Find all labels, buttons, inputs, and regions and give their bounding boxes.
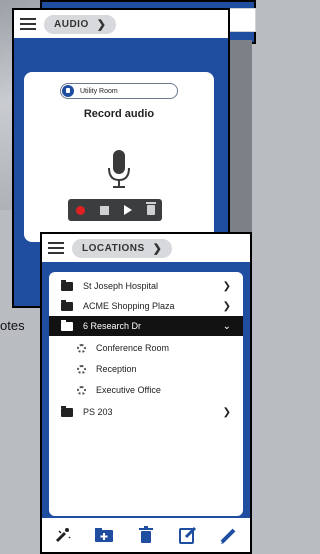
add-folder-icon[interactable] — [94, 525, 114, 545]
background-partial-text: otes — [0, 318, 25, 333]
room-icon — [77, 343, 86, 353]
folder-icon — [61, 405, 73, 417]
record-audio-title: Record audio — [83, 108, 155, 120]
list-item[interactable]: ACME Shopping Plaza ❯ — [49, 296, 243, 316]
locations-breadcrumb[interactable]: LOCATIONS ❯ — [72, 238, 173, 258]
list-item[interactable]: PS 203 ❯ — [49, 402, 243, 422]
list-item-label: 6 Research Dr — [83, 321, 142, 331]
record-audio-card: Utility Room Record audio — [24, 72, 214, 242]
list-item-label: Conference Room — [96, 343, 170, 353]
chevron-right-icon: ❯ — [152, 242, 163, 255]
list-item[interactable]: Conference Room — [49, 338, 243, 358]
folder-open-icon — [61, 319, 73, 331]
list-item-label: St Joseph Hospital — [83, 281, 159, 291]
folder-icon — [61, 299, 73, 311]
list-item[interactable]: Executive Office — [49, 380, 243, 400]
breadcrumb-label: AUDIO — [54, 18, 89, 30]
menu-icon[interactable] — [48, 242, 64, 254]
recording-controls — [68, 199, 162, 221]
location-icon — [62, 85, 74, 97]
locations-toolbar — [42, 518, 250, 552]
locations-top-bar: LOCATIONS ❯ — [42, 234, 250, 262]
list-item-selected[interactable]: 6 Research Dr ⌄ — [49, 316, 243, 336]
edit-icon[interactable] — [178, 525, 198, 545]
chevron-right-icon: ❯ — [222, 280, 231, 292]
audio-top-bar: AUDIO ❯ — [14, 10, 228, 38]
list-item[interactable]: St Joseph Hospital ❯ — [49, 276, 243, 296]
audio-breadcrumb[interactable]: AUDIO ❯ — [44, 14, 117, 34]
room-selector-label: Utility Room — [80, 87, 118, 95]
record-icon[interactable] — [75, 205, 85, 215]
folder-icon — [61, 279, 73, 291]
list-item-label: Executive Office — [96, 385, 161, 395]
magic-wand-icon[interactable] — [53, 525, 73, 545]
menu-icon[interactable] — [20, 18, 36, 30]
room-selector[interactable]: Utility Room — [60, 83, 178, 99]
locations-list: St Joseph Hospital ❯ ACME Shopping Plaza… — [49, 272, 243, 516]
chevron-down-icon: ⌄ — [222, 320, 231, 332]
room-icon — [77, 364, 86, 374]
stop-icon[interactable] — [99, 205, 109, 215]
locations-screen: LOCATIONS ❯ St Joseph Hospital ❯ ACME Sh… — [40, 232, 252, 554]
chevron-right-icon: ❯ — [222, 406, 231, 418]
trash-icon[interactable] — [136, 525, 156, 545]
chevron-right-icon: ❯ — [96, 18, 107, 31]
breadcrumb-label: LOCATIONS — [82, 242, 145, 254]
list-item-label: ACME Shopping Plaza — [83, 301, 175, 311]
list-item-label: PS 203 — [83, 407, 113, 417]
chevron-right-icon: ❯ — [222, 300, 231, 312]
play-icon[interactable] — [123, 205, 132, 215]
room-icon — [77, 385, 86, 395]
pencil-icon[interactable] — [219, 525, 239, 545]
trash-icon[interactable] — [145, 202, 156, 215]
microphone-icon — [108, 150, 130, 188]
list-item-label: Reception — [96, 364, 137, 374]
list-item[interactable]: Reception — [49, 359, 243, 379]
